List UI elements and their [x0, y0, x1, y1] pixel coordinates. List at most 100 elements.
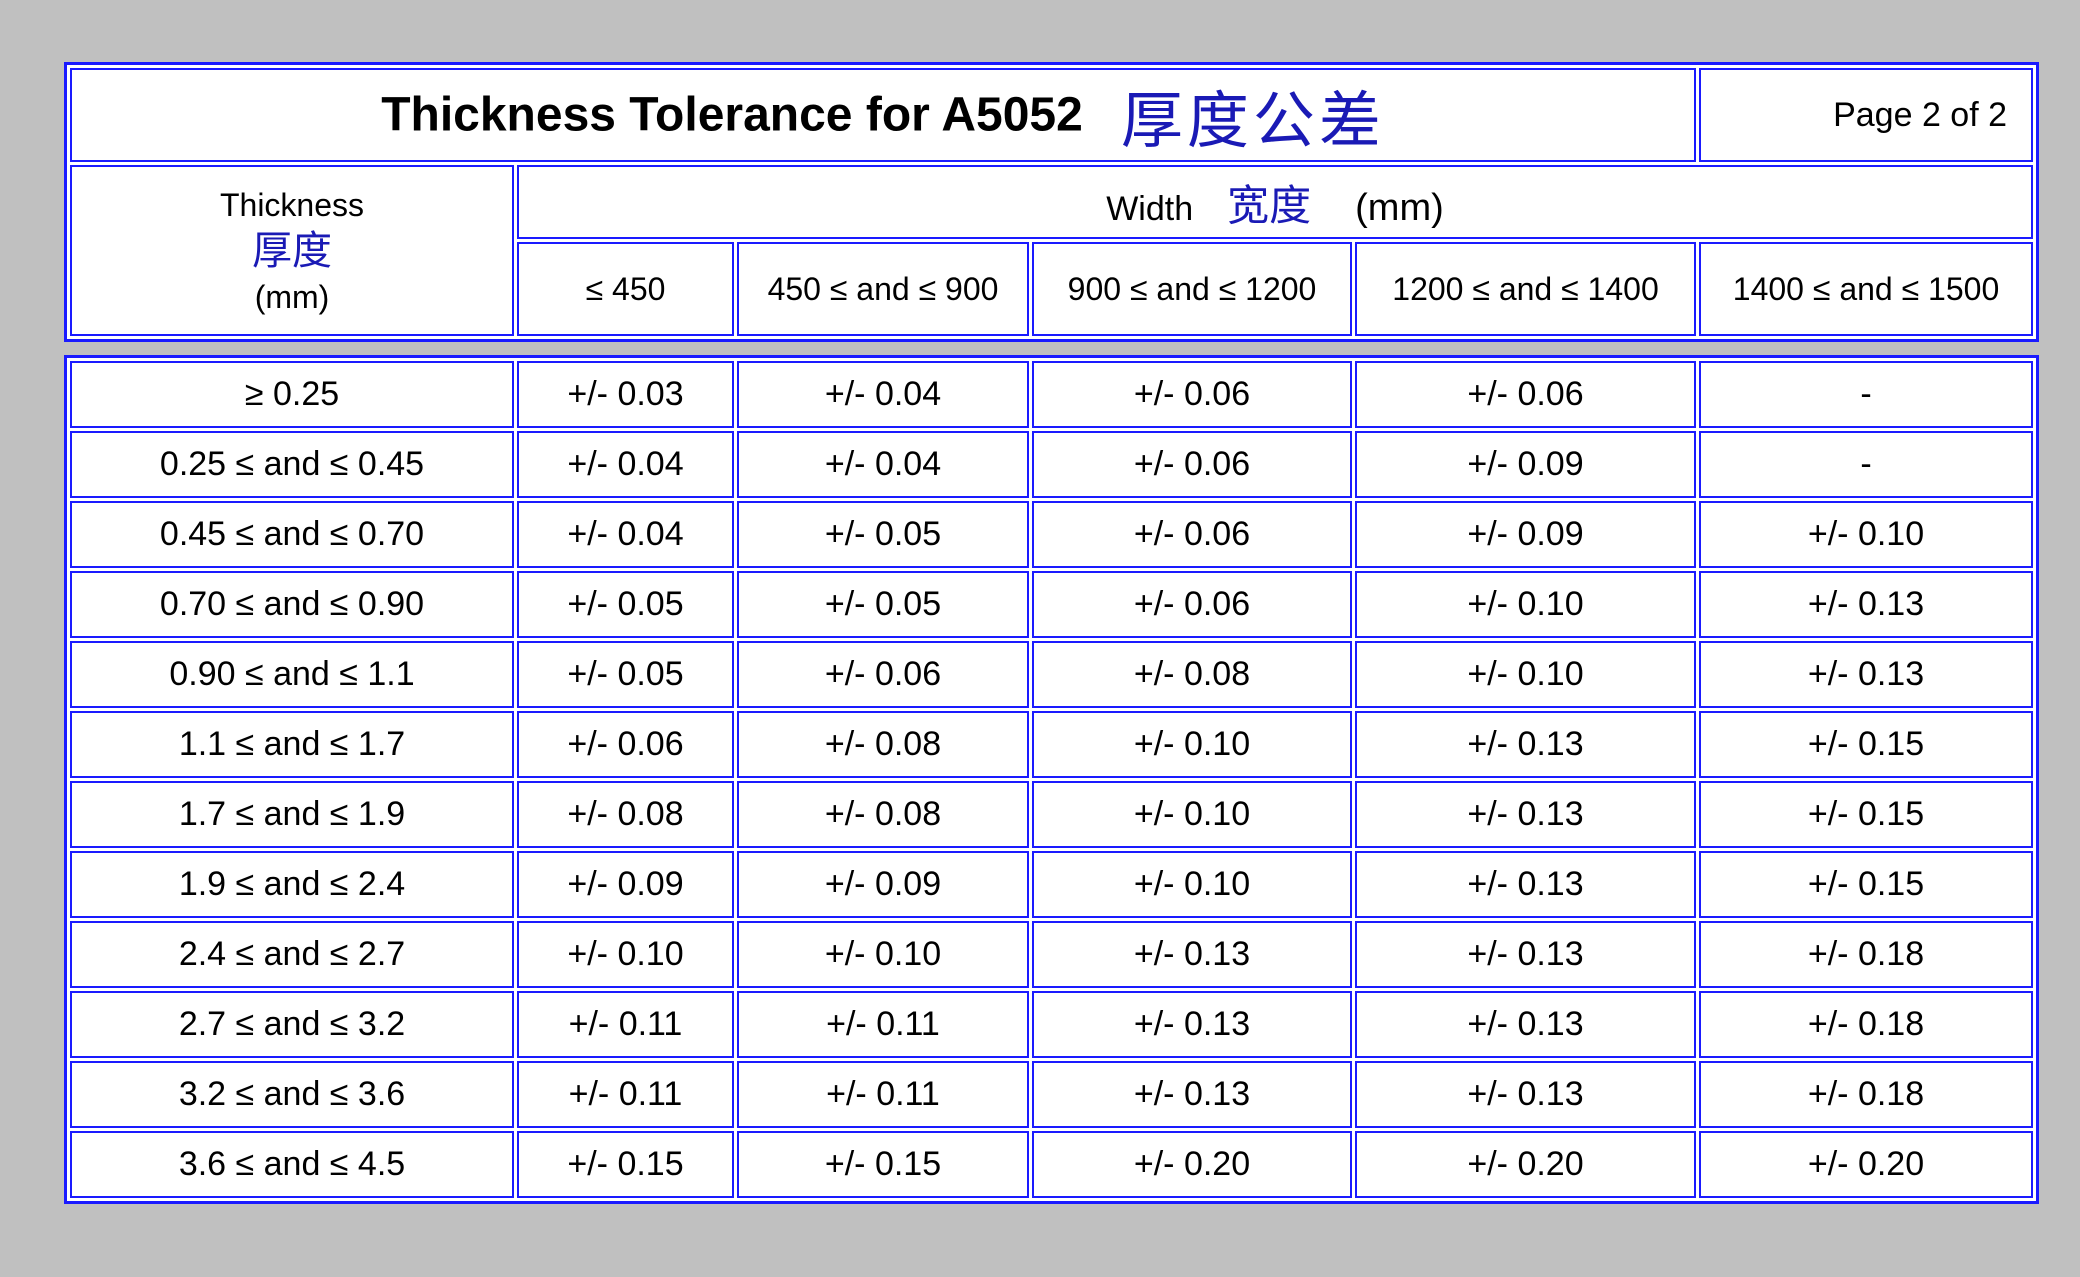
width-chinese: 宽度 — [1227, 180, 1312, 230]
tolerance-cell: +/- 0.13 — [1355, 781, 1696, 848]
tolerance-cell: +/- 0.15 — [1699, 711, 2033, 778]
tolerance-cell: +/- 0.09 — [517, 851, 734, 918]
tolerance-cell: - — [1699, 431, 2033, 498]
page-indicator: Page 2 of 2 — [1699, 68, 2034, 162]
width-column-header: 900 ≤ and ≤ 1200 — [1032, 242, 1352, 336]
thickness-range-cell: 3.2 ≤ and ≤ 3.6 — [70, 1061, 514, 1128]
tolerance-cell: +/- 0.06 — [1355, 361, 1696, 428]
tolerance-cell: +/- 0.05 — [517, 641, 734, 708]
width-column-header: 1400 ≤ and ≤ 1500 — [1699, 242, 2034, 336]
tolerance-cell: +/- 0.11 — [517, 1061, 734, 1128]
tolerance-cell: +/- 0.11 — [737, 991, 1029, 1058]
width-unit: (mm) — [1355, 186, 1444, 229]
thickness-unit: (mm) — [254, 278, 330, 315]
thickness-header: Thickness 厚度 (mm) — [70, 165, 514, 336]
table-row: 0.70 ≤ and ≤ 0.90 +/- 0.05 +/- 0.05 +/- 0.0… — [70, 571, 2033, 638]
tolerance-cell: +/- 0.13 — [1355, 991, 1696, 1058]
thickness-range-cell: 1.1 ≤ and ≤ 1.7 — [70, 711, 514, 778]
header-table: Thickness Tolerance for A5052 厚度公差 Page 2… — [64, 62, 2040, 342]
thickness-label: Thickness — [219, 186, 365, 223]
tolerance-cell: +/- 0.05 — [517, 571, 734, 638]
tolerance-cell: +/- 0.10 — [517, 921, 734, 988]
tolerance-cell: +/- 0.15 — [1699, 781, 2033, 848]
tolerance-cell: +/- 0.15 — [737, 1131, 1029, 1198]
width-column-header: 450 ≤ and ≤ 900 — [737, 242, 1029, 336]
table-row: 0.25 ≤ and ≤ 0.45 +/- 0.04 +/- 0.04 +/- 0.0… — [70, 431, 2033, 498]
tolerance-cell: +/- 0.06 — [1032, 361, 1352, 428]
width-label: Width — [1106, 189, 1194, 228]
tolerance-cell: +/- 0.11 — [517, 991, 734, 1058]
tolerance-cell: +/- 0.08 — [517, 781, 734, 848]
thickness-range-cell: 3.6 ≤ and ≤ 4.5 — [70, 1131, 514, 1198]
tolerance-cell: +/- 0.06 — [1032, 431, 1352, 498]
title-english: Thickness Tolerance for A5052 — [381, 88, 1083, 142]
tolerance-cell: +/- 0.18 — [1699, 991, 2033, 1058]
table-row: 0.90 ≤ and ≤ 1.1 +/- 0.05 +/- 0.06 +/- 0.08… — [70, 641, 2033, 708]
tolerance-cell: +/- 0.18 — [1699, 1061, 2033, 1128]
thickness-range-cell: 1.9 ≤ and ≤ 2.4 — [70, 851, 514, 918]
table-row: 1.9 ≤ and ≤ 2.4 +/- 0.09 +/- 0.09 +/- 0.10 +… — [70, 851, 2033, 918]
tolerance-cell: +/- 0.20 — [1032, 1131, 1352, 1198]
thickness-range-cell: 2.7 ≤ and ≤ 3.2 — [70, 991, 514, 1058]
tolerance-cell: +/- 0.06 — [737, 641, 1029, 708]
tolerance-cell: +/- 0.04 — [517, 501, 734, 568]
tolerance-cell: +/- 0.10 — [1032, 851, 1352, 918]
tolerance-cell: +/- 0.20 — [1355, 1131, 1696, 1198]
tolerance-cell: +/- 0.13 — [1032, 921, 1352, 988]
tolerance-cell: +/- 0.09 — [1355, 501, 1696, 568]
tolerance-cell: +/- 0.09 — [1355, 431, 1696, 498]
tolerance-cell: +/- 0.13 — [1355, 711, 1696, 778]
thickness-chinese: 厚度 — [252, 227, 332, 274]
tolerance-cell: +/- 0.13 — [1355, 921, 1696, 988]
tolerance-cell: +/- 0.08 — [1032, 641, 1352, 708]
tolerance-cell: +/- 0.10 — [1032, 711, 1352, 778]
tolerance-cell: +/- 0.06 — [1032, 501, 1352, 568]
thickness-range-cell: 1.7 ≤ and ≤ 1.9 — [70, 781, 514, 848]
tolerance-cell: +/- 0.11 — [737, 1061, 1029, 1128]
table-row: 2.4 ≤ and ≤ 2.7 +/- 0.10 +/- 0.10 +/- 0.13 +… — [70, 921, 2033, 988]
thickness-range-cell: 0.70 ≤ and ≤ 0.90 — [70, 571, 514, 638]
tolerance-cell: +/- 0.10 — [1032, 781, 1352, 848]
tolerance-cell: +/- 0.10 — [737, 921, 1029, 988]
tolerance-cell: +/- 0.13 — [1699, 571, 2033, 638]
tolerance-cell: +/- 0.10 — [1355, 641, 1696, 708]
tolerance-cell: +/- 0.03 — [517, 361, 734, 428]
table-row: 3.6 ≤ and ≤ 4.5 +/- 0.15 +/- 0.15 +/- 0.20 +… — [70, 1131, 2033, 1198]
tolerance-cell: +/- 0.10 — [1699, 501, 2033, 568]
thickness-range-cell: 0.25 ≤ and ≤ 0.45 — [70, 431, 514, 498]
tolerance-cell: +/- 0.20 — [1699, 1131, 2033, 1198]
tolerance-cell: +/- 0.13 — [1032, 991, 1352, 1058]
table-row: 3.2 ≤ and ≤ 3.6 +/- 0.11 +/- 0.11 +/- 0.13 +… — [70, 1061, 2033, 1128]
tolerance-cell: +/- 0.15 — [517, 1131, 734, 1198]
tolerance-cell: +/- 0.15 — [1699, 851, 2033, 918]
thickness-range-cell: ≥ 0.25 — [70, 361, 514, 428]
thickness-range-cell: 0.45 ≤ and ≤ 0.70 — [70, 501, 514, 568]
tolerance-cell: +/- 0.18 — [1699, 921, 2033, 988]
title-cell: Thickness Tolerance for A5052 厚度公差 — [70, 68, 1697, 162]
table-row: 0.45 ≤ and ≤ 0.70 +/- 0.04 +/- 0.05 +/- 0.0… — [70, 501, 2033, 568]
table-row: 1.7 ≤ and ≤ 1.9 +/- 0.08 +/- 0.08 +/- 0.10 +… — [70, 781, 2033, 848]
tolerance-cell: +/- 0.13 — [1032, 1061, 1352, 1128]
tolerance-cell: +/- 0.13 — [1355, 1061, 1696, 1128]
tolerance-cell: +/- 0.04 — [517, 431, 734, 498]
tolerance-cell: +/- 0.04 — [737, 431, 1029, 498]
tolerance-table-body: ≥ 0.25 +/- 0.03 +/- 0.04 +/- 0.06 +/- 0.06-0… — [70, 361, 2033, 1198]
tolerance-cell: +/- 0.08 — [737, 781, 1029, 848]
tolerance-cell: +/- 0.05 — [737, 571, 1029, 638]
width-column-header: 1200 ≤ and ≤ 1400 — [1355, 242, 1697, 336]
tolerance-cell: +/- 0.05 — [737, 501, 1029, 568]
tolerance-cell: +/- 0.04 — [737, 361, 1029, 428]
tolerance-cell: +/- 0.08 — [737, 711, 1029, 778]
table-row: 1.1 ≤ and ≤ 1.7 +/- 0.06 +/- 0.08 +/- 0.10 +… — [70, 711, 2033, 778]
width-header: Width 宽度 (mm) — [517, 165, 2034, 239]
thickness-range-cell: 0.90 ≤ and ≤ 1.1 — [70, 641, 514, 708]
tolerance-cell: - — [1699, 361, 2033, 428]
width-column-header: ≤ 450 — [517, 242, 734, 336]
table-row: 2.7 ≤ and ≤ 3.2 +/- 0.11 +/- 0.11 +/- 0.13 +… — [70, 991, 2033, 1058]
tolerance-cell: +/- 0.06 — [517, 711, 734, 778]
tolerance-table: ≥ 0.25 +/- 0.03 +/- 0.04 +/- 0.06 +/- 0.06-0… — [64, 355, 2039, 1204]
table-row: ≥ 0.25 +/- 0.03 +/- 0.04 +/- 0.06 +/- 0.06- — [70, 361, 2033, 428]
tolerance-cell: +/- 0.13 — [1699, 641, 2033, 708]
tolerance-cell: +/- 0.13 — [1355, 851, 1696, 918]
tolerance-cell: +/- 0.09 — [737, 851, 1029, 918]
